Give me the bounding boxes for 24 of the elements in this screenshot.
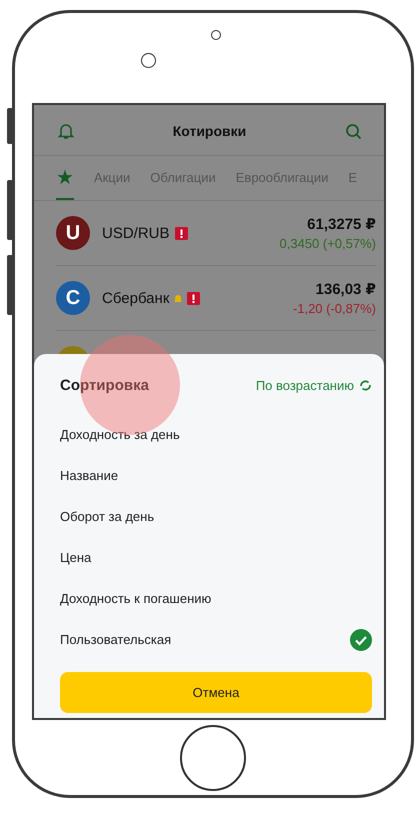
price-text: 61,3275 ₽: [307, 215, 376, 233]
company-logo: С: [56, 281, 90, 315]
cancel-button[interactable]: Отмена: [60, 672, 372, 713]
sort-option[interactable]: Цена: [60, 537, 372, 578]
sort-option[interactable]: Пользовательская: [60, 619, 372, 660]
sort-option[interactable]: Доходность за день: [60, 414, 372, 455]
home-button[interactable]: [180, 724, 246, 790]
company-logo: U: [56, 216, 90, 250]
change-text: 0,3450 (+0,57%): [280, 236, 376, 251]
sort-option[interactable]: Доходность к погашению: [60, 578, 372, 619]
sort-option[interactable]: Оборот за день: [60, 496, 372, 537]
sort-option[interactable]: Название: [60, 455, 372, 496]
sort-direction-link[interactable]: По возрастанию: [256, 378, 354, 392]
search-icon[interactable]: [344, 122, 362, 140]
bell-icon[interactable]: [58, 122, 74, 140]
instrument-name: USD/RUB: [102, 224, 170, 242]
sensor-icon: [211, 30, 221, 40]
change-text: -1,20 (-0,87%): [292, 301, 376, 316]
sheet-title: Сортировка: [60, 376, 149, 394]
instrument-name: Сбербанк: [102, 290, 170, 306]
camera-icon: [141, 53, 156, 68]
screen-title: Котировки: [172, 123, 246, 139]
refresh-icon[interactable]: [359, 378, 372, 392]
price-text: 136,03 ₽: [316, 280, 376, 298]
